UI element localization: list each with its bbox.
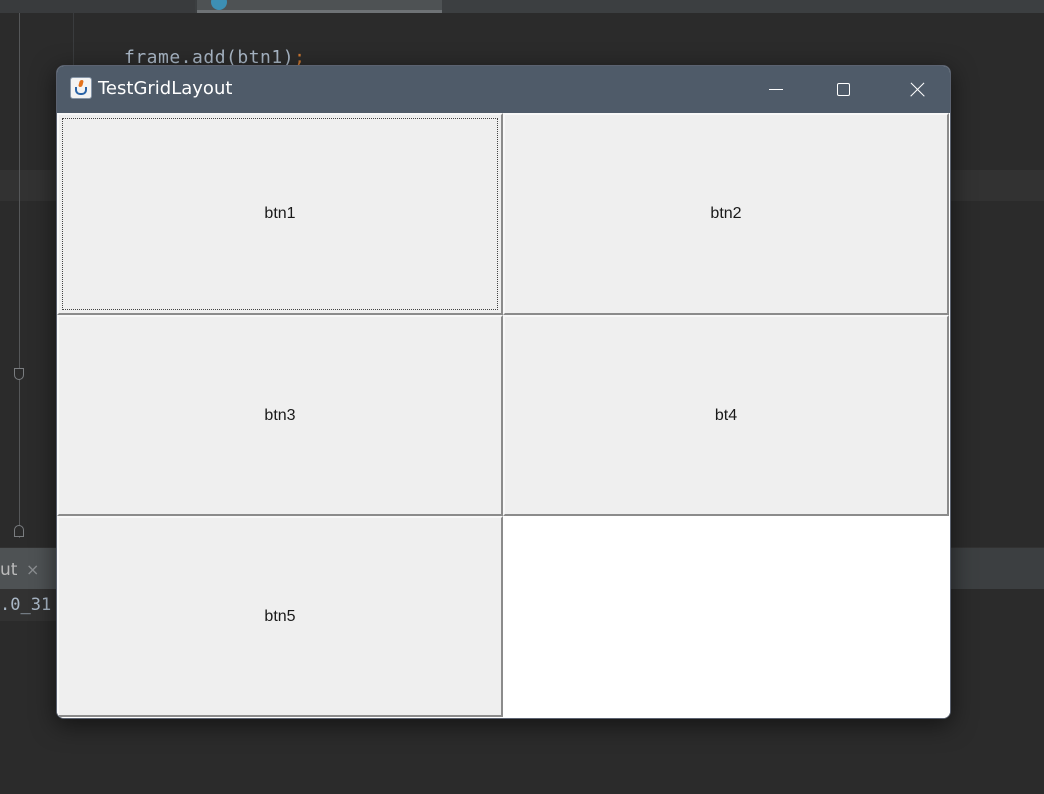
grid-layout-content-pane: btn1 btn2 btn3 bt4 btn5 (57, 113, 950, 718)
run-tab-label: ut (0, 560, 18, 580)
empty-grid-cell (503, 516, 950, 718)
window-title: TestGridLayout (98, 78, 233, 99)
ide-indent-guide (73, 13, 74, 65)
maximize-icon (837, 83, 850, 96)
java-app-icon (70, 77, 92, 99)
fold-end-icon[interactable] (14, 368, 24, 380)
btn1-button[interactable]: btn1 (57, 113, 503, 315)
window-titlebar[interactable]: TestGridLayout (57, 66, 950, 113)
minimize-icon (769, 89, 783, 90)
fold-start-icon[interactable] (14, 525, 24, 537)
btn2-button[interactable]: btn2 (503, 113, 949, 315)
btn3-label: btn3 (264, 406, 296, 424)
bt4-label: bt4 (714, 406, 738, 424)
close-icon[interactable]: × (26, 548, 39, 592)
btn1-label: btn1 (264, 205, 296, 222)
maximize-button[interactable] (810, 66, 880, 113)
btn5-button[interactable]: btn5 (57, 516, 503, 717)
minimize-button[interactable] (741, 66, 811, 113)
run-tab-testgridlayout[interactable]: ut × (0, 548, 56, 589)
run-output-text: .0_31 (0, 595, 52, 615)
bt4-button[interactable]: bt4 (503, 315, 949, 516)
ide-editor-tab-active[interactable] (197, 0, 442, 13)
java-cup-icon (75, 87, 87, 95)
btn3-button[interactable]: btn3 (57, 315, 503, 516)
test-grid-layout-window: TestGridLayout btn1 btn2 btn3 bt4 btn5 (56, 65, 951, 719)
java-class-icon (211, 0, 227, 10)
ide-gutter-guide (19, 13, 20, 538)
close-window-button[interactable] (880, 66, 950, 113)
btn5-label: btn5 (264, 607, 296, 625)
ide-editor-tabbar (0, 0, 1044, 13)
ide-editor-tab[interactable] (0, 0, 195, 13)
java-steam-icon (78, 80, 84, 87)
btn2-label: btn2 (710, 205, 742, 222)
